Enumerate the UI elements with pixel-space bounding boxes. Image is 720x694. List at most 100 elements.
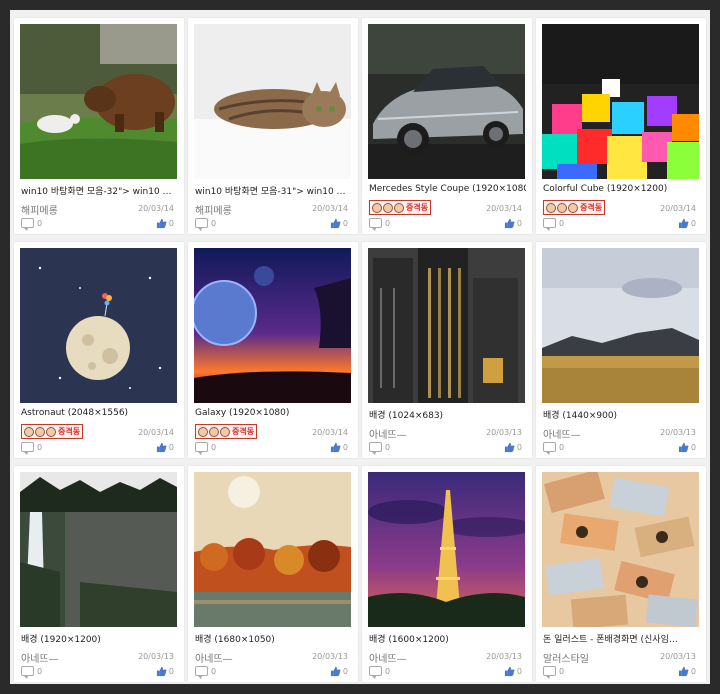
gallery-card[interactable]: 배경 (1920×1200) 아네뜨— 20/03/13 0 0 — [14, 466, 184, 682]
card-title[interactable]: 배경 (1024×683) — [369, 408, 526, 421]
thumbnail-image[interactable] — [194, 248, 351, 403]
comment-count[interactable]: 0 — [369, 218, 390, 231]
like-button[interactable]: 0 — [504, 666, 522, 677]
author-name[interactable]: 아네뜨— — [195, 650, 233, 665]
comment-icon — [369, 218, 382, 231]
thumbs-up-icon — [330, 666, 341, 677]
comment-count[interactable]: 0 — [543, 442, 564, 455]
like-button[interactable]: 0 — [678, 218, 696, 229]
like-count-value: 0 — [168, 219, 174, 228]
thumbnail-image[interactable] — [194, 24, 351, 179]
comment-count-value: 0 — [211, 218, 217, 228]
card-title[interactable]: 배경 (1440×900) — [543, 408, 700, 421]
gallery-card[interactable]: 배경 (1600×1200) 아네뜨— 20/03/13 0 0 — [362, 466, 532, 682]
badge-label: 중격동 — [406, 203, 429, 212]
thumbnail-image[interactable] — [542, 248, 699, 403]
badge-label: 중격동 — [232, 427, 255, 436]
gallery-card[interactable]: Galaxy (1920×1080) 중격동 20/03/14 0 0 — [188, 242, 358, 458]
gallery-card[interactable]: 배경 (1680×1050) 아네뜨— 20/03/13 0 0 — [188, 466, 358, 682]
like-button[interactable]: 0 — [330, 218, 348, 229]
comment-count[interactable]: 0 — [543, 218, 564, 231]
gallery-card[interactable]: Astronaut (2048×1556) 중격동 20/03/14 0 0 — [14, 242, 184, 458]
thumbnail-image[interactable] — [542, 24, 699, 179]
post-date: 20/03/13 — [486, 428, 522, 437]
avatar — [568, 202, 578, 213]
post-date: 20/03/13 — [312, 652, 348, 661]
thumbnail-image[interactable] — [542, 472, 699, 627]
gallery-card[interactable]: Mercedes Style Coupe (1920×1080) 중격동 20/… — [362, 18, 532, 234]
thumbnail-image[interactable] — [20, 248, 177, 403]
card-title[interactable]: 배경 (1600×1200) — [369, 632, 526, 645]
like-button[interactable]: 0 — [504, 442, 522, 453]
thumbnail-image[interactable] — [20, 24, 177, 179]
gallery-card[interactable]: win10 바탕화면 모음-31"> win10 … 해피메롱 20/03/14… — [188, 18, 358, 234]
card-title[interactable]: win10 바탕화면 모음-31"> win10 … — [195, 184, 352, 197]
card-title[interactable]: Astronaut (2048×1556) — [21, 408, 178, 418]
card-title[interactable]: 돈 일러스트 - 폰배경화면 (신사임… — [543, 632, 700, 645]
comment-icon — [195, 666, 208, 679]
author-name[interactable]: 아네뜨— — [21, 650, 59, 665]
gallery-card[interactable]: win10 바탕화면 모음-32"> win10 … 해피메롱 20/03/14… — [14, 18, 184, 234]
author-badge[interactable]: 중격동 — [195, 424, 258, 439]
comment-count[interactable]: 0 — [543, 666, 564, 679]
thumbs-up-icon — [678, 218, 689, 229]
gallery-card[interactable]: 배경 (1024×683) 아네뜨— 20/03/13 0 0 — [362, 242, 532, 458]
post-date: 20/03/13 — [660, 428, 696, 437]
thumbnail-image[interactable] — [368, 472, 525, 627]
card-title[interactable]: 배경 (1680×1050) — [195, 632, 352, 645]
like-count-value: 0 — [516, 667, 522, 676]
avatar — [546, 202, 556, 213]
like-count-value: 0 — [342, 219, 348, 228]
thumbs-up-icon — [330, 218, 341, 229]
thumbnail-image[interactable] — [20, 472, 177, 627]
comment-count[interactable]: 0 — [369, 666, 391, 679]
comment-count-value: 0 — [211, 666, 217, 676]
like-button[interactable]: 0 — [678, 442, 696, 453]
thumbnail-image[interactable] — [368, 24, 525, 179]
thumbs-up-icon — [678, 666, 689, 677]
comment-icon — [369, 666, 382, 679]
author-badge[interactable]: 중격동 — [543, 200, 606, 215]
avatar — [394, 202, 404, 213]
like-button[interactable]: 0 — [330, 442, 348, 453]
like-count-value: 0 — [690, 667, 696, 676]
comment-count[interactable]: 0 — [21, 666, 42, 679]
comment-count-value: 0 — [37, 218, 43, 228]
author-badge[interactable]: 중격동 — [369, 200, 432, 215]
like-count-value: 0 — [168, 443, 174, 452]
author-name[interactable]: 아네뜨— — [369, 426, 407, 441]
author-name[interactable]: 알러스타일 — [543, 650, 589, 665]
post-date: 20/03/13 — [138, 652, 174, 661]
like-button[interactable]: 0 — [156, 442, 174, 453]
comment-count[interactable]: 0 — [195, 442, 216, 455]
like-button[interactable]: 0 — [330, 666, 348, 677]
author-name[interactable]: 아네뜨— — [543, 426, 581, 441]
thumbnail-image[interactable] — [368, 248, 525, 403]
author-name[interactable]: 아네뜨— — [369, 650, 407, 665]
card-title[interactable]: Colorful Cube (1920×1200) — [543, 184, 700, 194]
card-title[interactable]: 배경 (1920×1200) — [21, 632, 178, 645]
thumbnail-image[interactable] — [194, 472, 351, 627]
card-title[interactable]: Mercedes Style Coupe (1920×1080) — [369, 184, 526, 194]
like-button[interactable]: 0 — [156, 666, 174, 677]
comment-count[interactable]: 0 — [21, 218, 43, 231]
comment-count[interactable]: 0 — [195, 666, 217, 679]
comment-count-value: 0 — [385, 666, 391, 676]
like-button[interactable]: 0 — [156, 218, 174, 229]
thumbs-up-icon — [330, 442, 341, 453]
comment-count[interactable]: 0 — [195, 218, 217, 231]
gallery-card[interactable]: 배경 (1440×900) 아네뜨— 20/03/13 0 0 — [536, 242, 706, 458]
card-title[interactable]: win10 바탕화면 모음-32"> win10 … — [21, 184, 178, 197]
comment-count[interactable]: 0 — [21, 442, 42, 455]
comment-icon — [543, 666, 556, 679]
comment-count[interactable]: 0 — [369, 442, 390, 455]
author-badge[interactable]: 중격동 — [21, 424, 84, 439]
author-name[interactable]: 해피메롱 — [195, 202, 232, 217]
author-name[interactable]: 해피메롱 — [21, 202, 58, 217]
like-button[interactable]: 0 — [678, 666, 696, 677]
gallery-card[interactable]: 돈 일러스트 - 폰배경화면 (신사임… 알러스타일 20/03/13 0 0 — [536, 466, 706, 682]
gallery-card[interactable]: Colorful Cube (1920×1200) 중격동 20/03/14 0… — [536, 18, 706, 234]
card-title[interactable]: Galaxy (1920×1080) — [195, 408, 352, 418]
like-button[interactable]: 0 — [504, 218, 522, 229]
badge-label: 중격동 — [58, 427, 81, 436]
